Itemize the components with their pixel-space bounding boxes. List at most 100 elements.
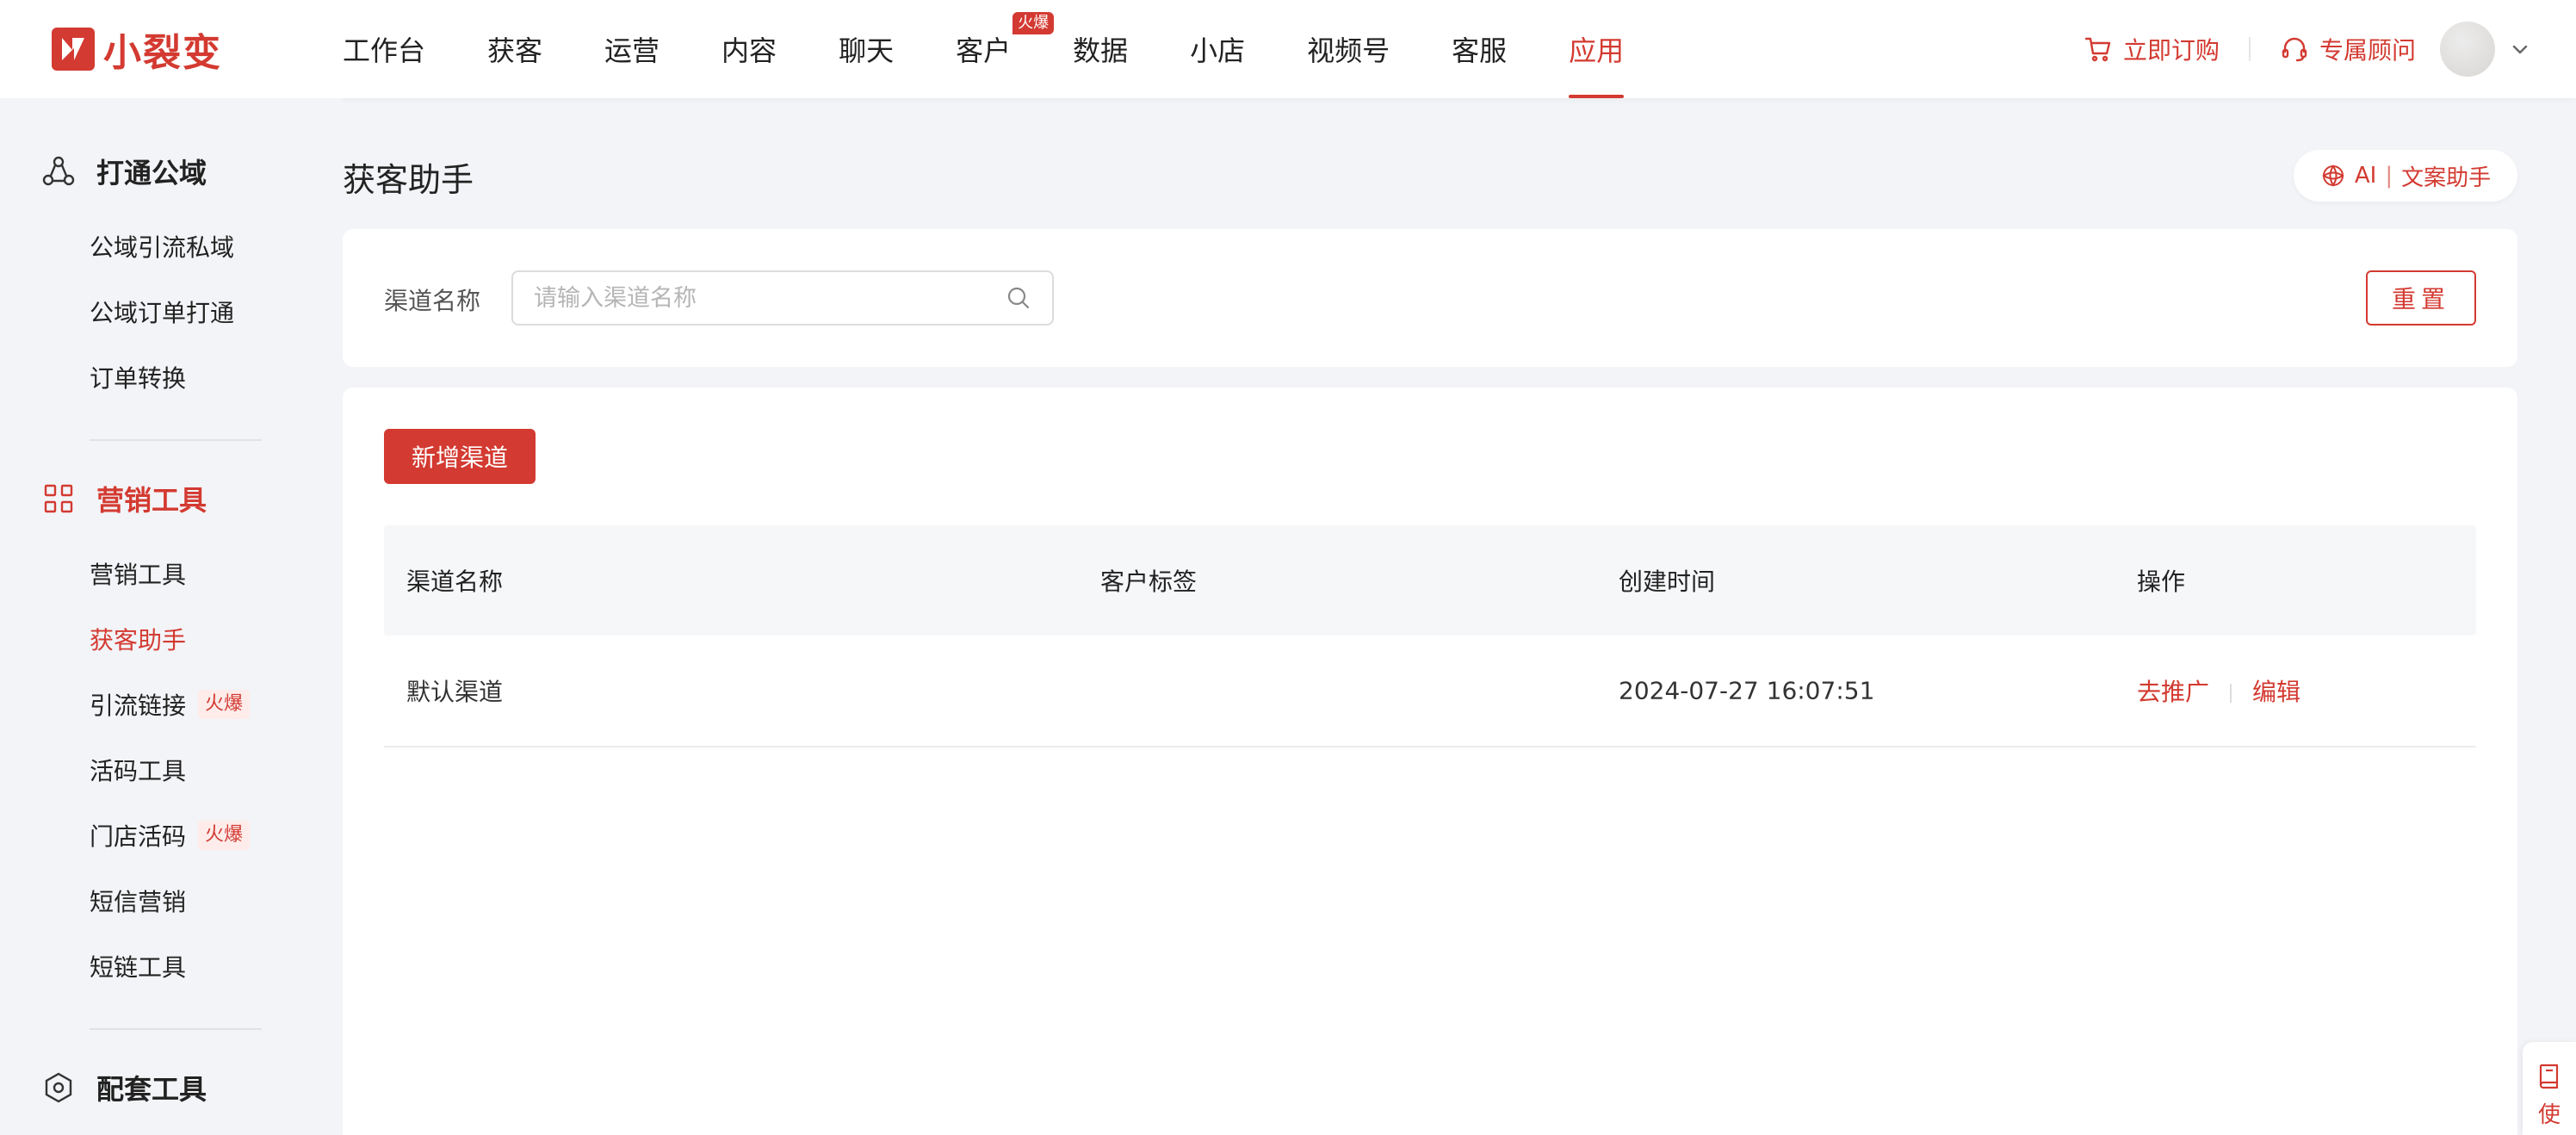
sidebar-item-traffic-link[interactable]: 引流链接 火爆 xyxy=(90,687,251,722)
sidebar-item-label: 订单转换 xyxy=(90,364,187,393)
sidebar-item-label: 活码工具 xyxy=(90,757,187,785)
advisor-label: 专属顾问 xyxy=(2319,36,2416,65)
nav-item-video[interactable]: 视频号 xyxy=(1307,0,1421,98)
sidebar-item-public-to-private[interactable]: 公域引流私域 xyxy=(90,229,234,264)
divider xyxy=(2248,37,2251,61)
nav-item-label: 视频号 xyxy=(1307,34,1390,67)
channel-table-card: 新增渠道 渠道名称 客户标签 创建时间 操作 默认渠道 2024-07-27 1… xyxy=(343,388,2517,1135)
nav-item-label: 获客 xyxy=(487,34,543,67)
sidebar-item-label: 公域引流私域 xyxy=(90,233,235,262)
sidebar-item-label: 获客助手 xyxy=(90,626,187,654)
sidebar-item-public-orders[interactable]: 公域订单打通 xyxy=(90,295,234,329)
top-navbar: 小裂变 工作台 获客 运营 内容 聊天 客户 火爆 数据 小店 视频号 客服 应… xyxy=(0,0,2576,98)
channel-name-label: 渠道名称 xyxy=(384,287,481,315)
nav-item-label: 内容 xyxy=(721,34,777,67)
order-now-link[interactable]: 立即订购 xyxy=(2084,32,2220,66)
nav-item-chat[interactable]: 聊天 xyxy=(839,0,925,98)
sidebar-item-live-code[interactable]: 活码工具 xyxy=(90,753,186,787)
sidebar-item-acquire-assistant[interactable]: 获客助手 xyxy=(90,622,186,656)
avatar[interactable] xyxy=(2440,22,2495,77)
ai-button-label: 文案助手 xyxy=(2401,164,2492,191)
channel-search-input[interactable] xyxy=(534,284,1006,312)
sidebar-item-label: 营销工具 xyxy=(90,561,187,589)
sidebar-item-short-link[interactable]: 短链工具 xyxy=(90,949,186,983)
filter-card: 渠道名称 重置 xyxy=(343,229,2517,367)
nav-item-label: 客服 xyxy=(1452,34,1508,67)
sidebar: 打通公域 公域引流私域 公域订单打通 订单转换 营销工具 营销工具 获客助手 引… xyxy=(0,98,343,1135)
nav-item-operation[interactable]: 运营 xyxy=(604,0,690,98)
edit-link[interactable]: 编辑 xyxy=(2252,678,2300,706)
sidebar-item-label: 短链工具 xyxy=(90,953,187,982)
sidebar-group-marketing[interactable]: 营销工具 xyxy=(41,479,207,518)
share-nodes-icon xyxy=(42,156,75,186)
hot-badge: 火爆 xyxy=(1012,12,1055,34)
sidebar-group-title: 配套工具 xyxy=(96,1073,207,1106)
book-icon xyxy=(2539,1064,2559,1089)
sidebar-item-label: 门店活码 xyxy=(90,822,187,851)
nav-item-label: 数据 xyxy=(1073,34,1129,67)
search-icon[interactable] xyxy=(1006,285,1031,311)
action-divider xyxy=(2230,684,2232,703)
sidebar-group-title: 打通公域 xyxy=(96,157,207,189)
page-title: 获客助手 xyxy=(343,161,474,199)
order-now-label: 立即订购 xyxy=(2122,36,2220,65)
ai-spark-icon xyxy=(2322,164,2344,187)
hot-badge: 火爆 xyxy=(198,821,251,850)
chevron-down-icon[interactable] xyxy=(2509,38,2531,60)
nav-item-label: 客户 xyxy=(956,34,1012,67)
headset-icon xyxy=(2282,37,2307,62)
hot-badge: 火爆 xyxy=(198,690,251,719)
nav-item-label: 运营 xyxy=(604,34,660,67)
cell-channel-name: 默认渠道 xyxy=(406,678,504,706)
sidebar-item-label: 短信营销 xyxy=(90,888,187,916)
logo-mark-icon xyxy=(52,28,95,71)
nav-item-shop[interactable]: 小店 xyxy=(1190,0,1276,98)
channel-search-box xyxy=(511,270,1054,326)
ai-label: AI xyxy=(2354,163,2377,189)
sidebar-group-public-domain[interactable]: 打通公域 xyxy=(41,152,207,191)
nav-item-content[interactable]: 内容 xyxy=(721,0,808,98)
sidebar-item-sms-marketing[interactable]: 短信营销 xyxy=(90,884,186,918)
nav-item-customer[interactable]: 客户 火爆 xyxy=(956,0,1055,98)
cell-created-time: 2024-07-27 16:07:51 xyxy=(1619,676,1875,705)
nav-item-acquire[interactable]: 获客 xyxy=(487,0,573,98)
sidebar-item-label: 引流链接 xyxy=(90,692,187,720)
sidebar-group-title: 营销工具 xyxy=(96,484,207,517)
sidebar-divider xyxy=(90,1028,262,1030)
brand-logo[interactable]: 小裂变 xyxy=(52,24,222,75)
brand-name: 小裂变 xyxy=(103,31,222,75)
column-header-channel-name: 渠道名称 xyxy=(406,568,504,596)
main-nav: 工作台 获客 运营 内容 聊天 客户 火爆 数据 小店 视频号 客服 应用 xyxy=(343,0,1655,98)
sidebar-item-store-code[interactable]: 门店活码 火爆 xyxy=(90,818,251,853)
top-right-actions: 立即订购 专属顾问 xyxy=(2084,21,2531,78)
nav-item-service[interactable]: 客服 xyxy=(1452,0,1538,98)
nav-item-workbench[interactable]: 工作台 xyxy=(343,0,456,98)
hexagon-gear-icon xyxy=(45,1072,72,1103)
nav-item-label: 工作台 xyxy=(343,34,426,67)
sidebar-divider xyxy=(90,439,262,441)
sidebar-group-supporting-tools[interactable]: 配套工具 xyxy=(41,1068,207,1107)
column-header-customer-tags: 客户标签 xyxy=(1100,568,1198,596)
advisor-link[interactable]: 专属顾问 xyxy=(2280,32,2416,66)
table-header: 渠道名称 客户标签 创建时间 操作 xyxy=(384,525,2476,636)
sidebar-item-order-convert[interactable]: 订单转换 xyxy=(90,360,186,394)
cart-icon xyxy=(2084,37,2111,62)
promote-link[interactable]: 去推广 xyxy=(2137,678,2209,706)
grid-icon xyxy=(44,484,73,513)
sidebar-item-label: 公域订单打通 xyxy=(90,299,235,327)
add-channel-button[interactable]: 新增渠道 xyxy=(384,429,536,484)
floating-panel-label: 使 xyxy=(2537,1102,2561,1128)
nav-item-apps[interactable]: 应用 xyxy=(1569,0,1655,98)
ai-divider: | xyxy=(2385,163,2393,189)
sidebar-item-marketing-tools[interactable]: 营销工具 xyxy=(90,556,186,591)
nav-item-label: 聊天 xyxy=(839,34,895,67)
cell-actions: 去推广 编辑 xyxy=(2137,673,2300,708)
reset-button[interactable]: 重置 xyxy=(2366,270,2476,326)
column-header-actions: 操作 xyxy=(2137,568,2186,596)
nav-item-label: 应用 xyxy=(1569,29,1625,98)
nav-item-label: 小店 xyxy=(1190,34,1246,67)
table-row: 默认渠道 2024-07-27 16:07:51 去推广 编辑 xyxy=(384,636,2476,747)
ai-copywriting-button[interactable]: AI | 文案助手 xyxy=(2294,150,2517,202)
nav-item-data[interactable]: 数据 xyxy=(1073,0,1159,98)
floating-guide-panel[interactable]: 使 xyxy=(2523,1042,2576,1135)
